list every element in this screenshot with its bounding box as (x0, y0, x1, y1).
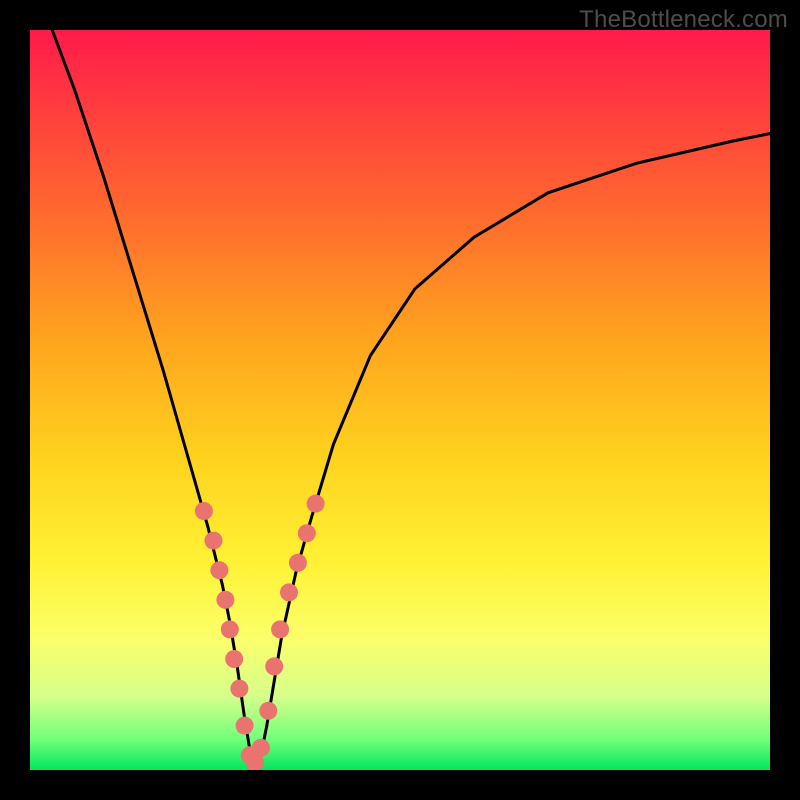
curve-marker (271, 620, 289, 638)
curve-marker (210, 561, 228, 579)
curve-marker (307, 495, 325, 513)
curve-marker (236, 717, 254, 735)
plot-area (30, 30, 770, 770)
curve-marker (205, 532, 223, 550)
curve-marker (280, 583, 298, 601)
curve-marker (259, 702, 277, 720)
chart-svg (30, 30, 770, 770)
curve-marker (252, 739, 270, 757)
curve-marker (221, 620, 239, 638)
curve-marker (216, 591, 234, 609)
curve-marker (265, 657, 283, 675)
bottleneck-curve (52, 30, 770, 763)
curve-marker (195, 502, 213, 520)
curve-marker (225, 650, 243, 668)
curve-marker (298, 524, 316, 542)
curve-marker (230, 680, 248, 698)
chart-frame: TheBottleneck.com (0, 0, 800, 800)
curve-marker (289, 554, 307, 572)
curve-markers (195, 495, 325, 770)
